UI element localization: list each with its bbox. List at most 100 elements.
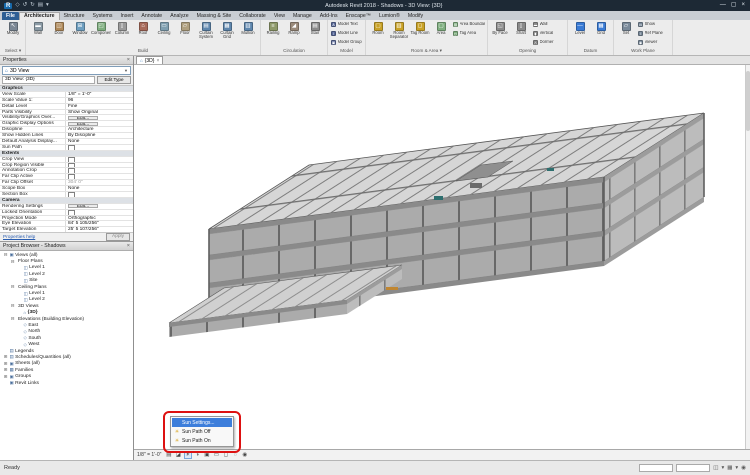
sun-path-icon[interactable]: ☀ <box>184 451 192 459</box>
tool-vertical[interactable]: ▮ Vertical <box>532 29 565 38</box>
rendering-dialog-icon[interactable]: ▣ <box>203 451 211 459</box>
apply-button[interactable]: Apply <box>106 233 130 242</box>
print-icon[interactable]: ▤ <box>38 0 43 11</box>
property-value[interactable]: Edit... <box>68 116 98 120</box>
property-value[interactable] <box>19 151 133 156</box>
view-scale-button[interactable]: 1/8" = 1'-0" <box>137 452 161 458</box>
detail-level-icon[interactable]: ▤ <box>165 451 173 459</box>
tree-toggle-icon[interactable]: ⊞ <box>3 367 8 373</box>
quick-access-customize-icon[interactable]: ▾ <box>46 0 49 11</box>
close-icon[interactable]: × <box>127 57 130 63</box>
property-value[interactable]: By Discipline <box>66 133 133 138</box>
property-value[interactable]: Show Original <box>66 110 133 115</box>
worksets-dropdown-icon[interactable]: ▾ <box>721 465 724 471</box>
tool-grid[interactable]: ▦ Grid <box>591 20 611 47</box>
view-tab-3d[interactable]: ⌂ {3D} × <box>136 56 163 64</box>
redo-icon[interactable]: ↻ <box>30 0 35 11</box>
property-value[interactable] <box>66 192 133 197</box>
tab-lumion[interactable]: Lumion® <box>375 12 404 20</box>
tool-component[interactable]: ◰ Component <box>91 20 111 47</box>
property-value[interactable] <box>23 86 133 91</box>
tab-annotate[interactable]: Annotate <box>137 12 166 20</box>
tree-toggle-icon[interactable]: ⊟ <box>10 303 15 309</box>
tool-mullion[interactable]: ▥ Mullion <box>238 20 258 47</box>
undo-icon[interactable]: ↺ <box>23 0 28 11</box>
property-value[interactable]: None <box>66 186 133 191</box>
drawing-area[interactable] <box>134 65 750 449</box>
tab-architecture[interactable]: Architecture <box>19 12 60 20</box>
design-options-dropdown-icon[interactable]: ▾ <box>735 465 738 471</box>
tool-stair[interactable]: ▤ Stair <box>305 20 325 47</box>
tool-window[interactable]: ⊞ Window <box>70 20 90 47</box>
reveal-hidden-elements-icon[interactable]: ◉ <box>241 451 249 459</box>
tool-curtain-grid[interactable]: ▦ Curtain Grid <box>217 20 237 47</box>
tree-toggle-icon[interactable]: ⊟ <box>10 259 15 265</box>
property-value[interactable]: 1/8" = 1'-0" <box>66 92 133 97</box>
menu-sun-settings[interactable]: Sun Settings... <box>172 418 232 427</box>
tab-manage[interactable]: Manage <box>289 12 316 20</box>
tool-modify[interactable]: ↖ Modify <box>3 20 23 47</box>
property-value[interactable]: Fine <box>66 104 133 109</box>
show-crop-region-icon[interactable]: ◻ <box>222 451 230 459</box>
property-value[interactable]: 84' 5 105/256" <box>66 221 133 226</box>
save-icon[interactable]: ◇ <box>15 0 19 11</box>
property-value[interactable]: 304' 0" <box>66 180 133 185</box>
tree-toggle-icon[interactable]: ⊟ <box>10 316 15 322</box>
property-value[interactable]: None <box>66 139 133 144</box>
tab-analyze[interactable]: Analyze <box>166 12 192 20</box>
tool-room[interactable]: ▢ Room <box>368 20 388 47</box>
tree-toggle-icon[interactable]: ⊟ <box>10 284 15 290</box>
tool-ceiling[interactable]: ▭ Ceiling <box>154 20 174 47</box>
property-value[interactable]: Architecture <box>66 127 133 132</box>
properties-help-link[interactable]: Properties help <box>3 235 35 240</box>
property-value[interactable] <box>20 198 133 203</box>
tab-add-ins[interactable]: Add-Ins <box>316 12 342 20</box>
tool-dormer[interactable]: △ Dormer <box>532 38 565 47</box>
type-selector[interactable]: ⌂ 3D View ▼ <box>2 66 131 75</box>
tool-show[interactable]: ▭ Show <box>637 20 670 29</box>
edit-type-button[interactable]: Edit Type <box>97 76 131 84</box>
property-value[interactable] <box>66 163 133 168</box>
tool-area[interactable]: ▢ Area <box>431 20 451 47</box>
temporary-hide-isolate-icon[interactable]: ◌ <box>231 451 239 459</box>
crop-view-icon[interactable]: ▭ <box>212 451 220 459</box>
worksets-icon[interactable]: ◫ <box>713 465 718 471</box>
tab-file[interactable]: File <box>2 12 19 20</box>
menu-sun-path-off[interactable]: ☀ Sun Path Off <box>172 427 232 436</box>
tool-model-text[interactable]: A Model Text <box>330 20 363 29</box>
shadows-icon[interactable]: ◑ <box>193 451 201 459</box>
maximize-button[interactable]: ▢ <box>731 0 737 11</box>
tool-railing[interactable]: ≡ Railing <box>263 20 283 47</box>
tab-insert[interactable]: Insert <box>116 12 137 20</box>
close-icon[interactable]: × <box>156 57 159 65</box>
worksets-dropdown[interactable] <box>639 464 673 472</box>
tool-roof[interactable]: ⌂ Roof <box>133 20 153 47</box>
tree-toggle-icon[interactable]: ⊞ <box>3 354 8 360</box>
property-value[interactable]: 96 <box>66 98 133 103</box>
property-value[interactable]: Edit... <box>68 122 98 126</box>
tool-ramp[interactable]: ◢ Ramp <box>284 20 304 47</box>
tree-toggle-icon[interactable]: ⊞ <box>3 374 8 380</box>
vertical-scrollbar[interactable] <box>745 65 750 449</box>
tool-tag-area[interactable]: ◻ Tag Area <box>452 29 485 38</box>
tool-level[interactable]: — Level <box>570 20 590 47</box>
tool-tag-room[interactable]: ◻ Tag Room <box>410 20 430 47</box>
tool-by-face[interactable]: ◱ By Face <box>490 20 510 47</box>
tool-room-separator[interactable]: ▥ Room Separator <box>389 20 409 47</box>
tool-shaft[interactable]: ▯ Shaft <box>511 20 531 47</box>
property-value[interactable] <box>66 168 133 173</box>
scrollbar-thumb[interactable] <box>746 71 750 131</box>
tool-wall[interactable]: ▬ Wall <box>28 20 48 47</box>
tree-revit-links[interactable]: ▣ Revit Links <box>0 380 133 386</box>
menu-sun-path-on[interactable]: ☀ Sun Path On <box>172 436 232 445</box>
instance-combo[interactable]: 3D View: {3D} <box>2 76 95 84</box>
property-value[interactable] <box>66 210 133 215</box>
tab-collaborate[interactable]: Collaborate <box>235 12 270 20</box>
property-value[interactable] <box>66 174 133 179</box>
minimize-button[interactable]: — <box>720 0 726 11</box>
property-value[interactable]: Orthographic <box>66 216 133 221</box>
tab-systems[interactable]: Systems <box>89 12 117 20</box>
tool-opening-wall[interactable]: ▬ Wall <box>532 20 565 29</box>
property-value[interactable] <box>66 157 133 162</box>
visual-style-icon[interactable]: ◪ <box>174 451 182 459</box>
